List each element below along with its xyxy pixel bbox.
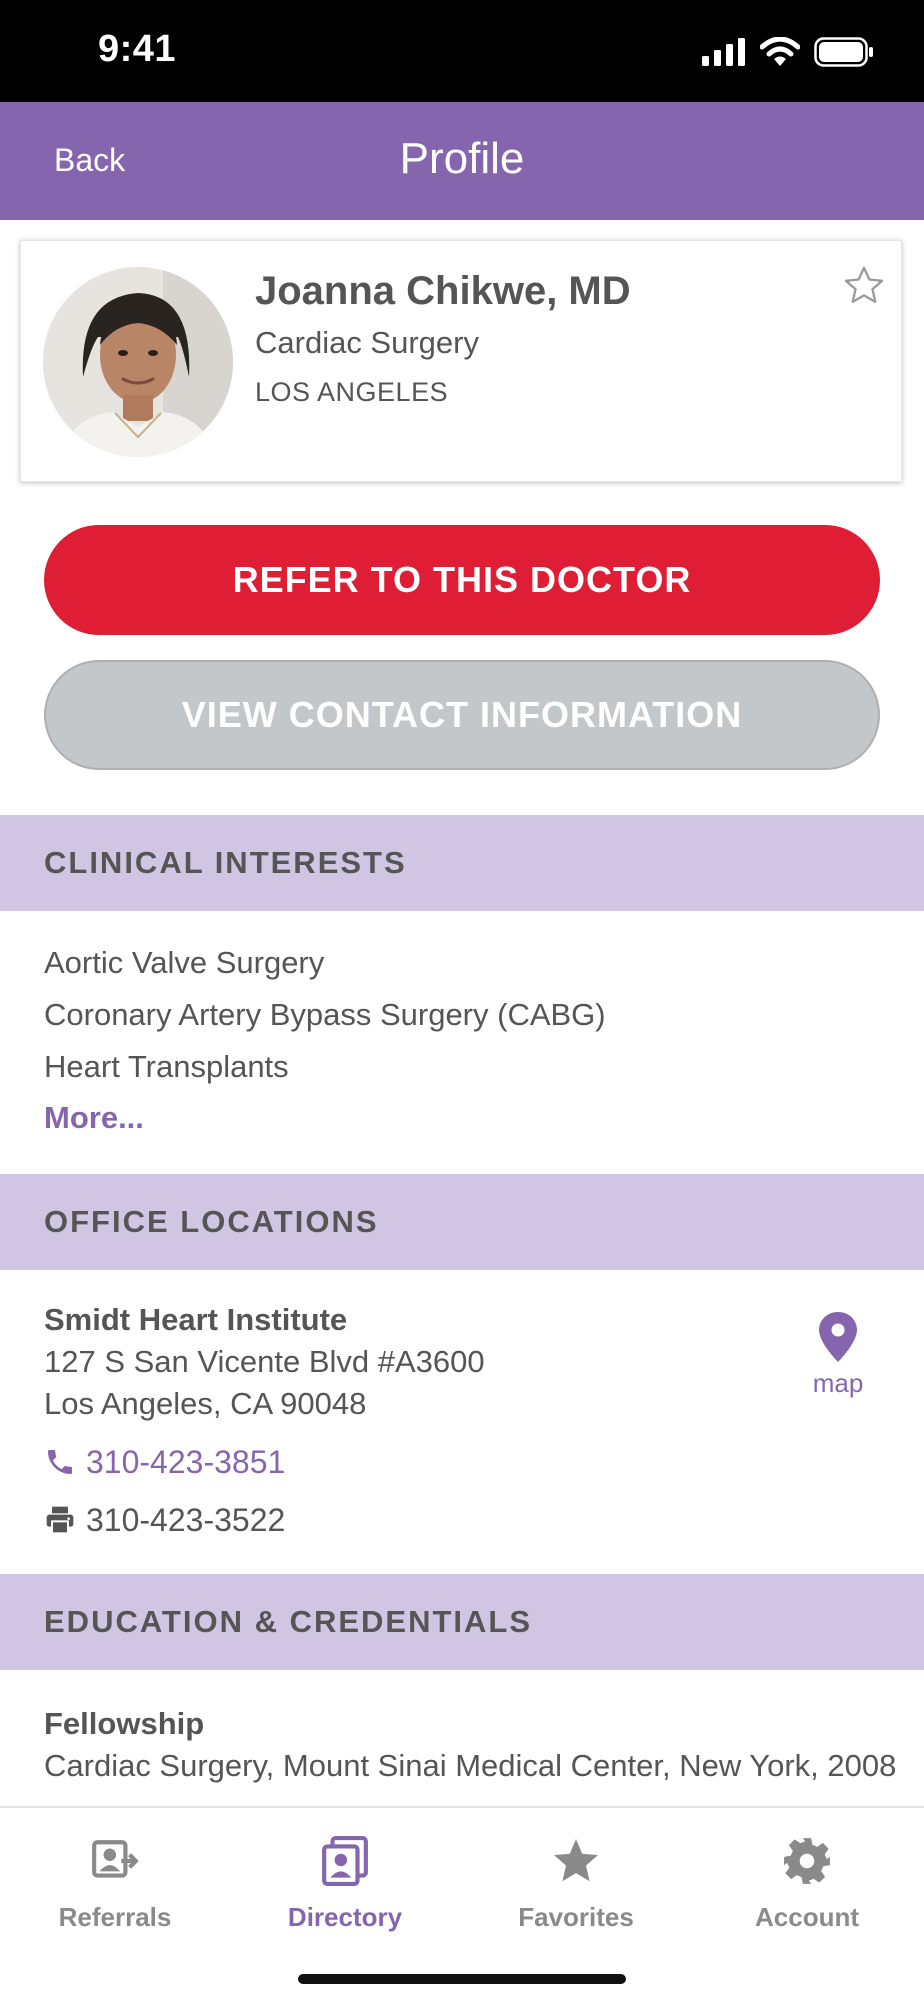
map-pin-icon bbox=[819, 1312, 857, 1362]
fax-printer-icon bbox=[46, 1506, 74, 1535]
office-locations-header: OFFICE LOCATIONS bbox=[0, 1174, 924, 1270]
clinical-interests-header: CLINICAL INTERESTS bbox=[0, 815, 924, 911]
tab-directory[interactable]: Directory bbox=[255, 1828, 435, 1932]
more-interests-link[interactable]: More... bbox=[44, 1100, 144, 1136]
status-icons bbox=[702, 36, 874, 68]
doctor-specialty: Cardiac Surgery bbox=[255, 325, 479, 360]
clinical-interests-title: CLINICAL INTERESTS bbox=[44, 845, 407, 880]
wifi-icon bbox=[760, 37, 800, 66]
favorite-star-icon[interactable] bbox=[841, 263, 887, 309]
star-icon bbox=[554, 1839, 598, 1882]
phone-number: 310-423-3851 bbox=[86, 1443, 286, 1480]
view-contact-button[interactable]: VIEW CONTACT INFORMATION bbox=[44, 660, 880, 770]
signal-icon bbox=[702, 38, 745, 66]
phone-icon bbox=[48, 1450, 72, 1474]
list-item: Heart Transplants bbox=[44, 1049, 289, 1084]
profile-card: Joanna Chikwe, MD Cardiac Surgery LOS AN… bbox=[20, 240, 902, 482]
page-title: Profile bbox=[399, 134, 525, 183]
tab-label: Favorites bbox=[518, 1902, 634, 1932]
education-type: Fellowship bbox=[44, 1706, 205, 1741]
fax-row: 310-423-3522 bbox=[44, 1500, 285, 1540]
status-bar: 9:41 bbox=[0, 0, 924, 102]
home-indicator bbox=[298, 1974, 626, 1984]
doctor-city: LOS ANGELES bbox=[255, 377, 449, 407]
list-item: Aortic Valve Surgery bbox=[44, 945, 325, 980]
tab-account[interactable]: Account bbox=[717, 1828, 897, 1932]
phone-link[interactable]: 310-423-3851 bbox=[44, 1442, 285, 1482]
tab-label: Directory bbox=[287, 1902, 403, 1932]
refer-button[interactable]: REFER TO THIS DOCTOR bbox=[44, 525, 880, 635]
status-time: 9:41 bbox=[98, 28, 177, 70]
map-button[interactable]: map bbox=[800, 1310, 876, 1400]
address-line-2: Los Angeles, CA 90048 bbox=[44, 1386, 367, 1421]
education-header: EDUCATION & CREDENTIALS bbox=[0, 1574, 924, 1670]
gear-icon bbox=[784, 1838, 830, 1884]
doctor-name: Joanna Chikwe, MD bbox=[255, 269, 631, 313]
referrals-icon bbox=[92, 1840, 139, 1878]
tab-bar: Referrals Directory Favorites Account bbox=[0, 1806, 924, 2002]
list-item: Coronary Artery Bypass Surgery (CABG) bbox=[44, 997, 606, 1032]
tab-favorites[interactable]: Favorites bbox=[486, 1828, 666, 1932]
fax-number: 310-423-3522 bbox=[86, 1501, 286, 1538]
tab-referrals[interactable]: Referrals bbox=[25, 1828, 205, 1932]
education-detail: Cardiac Surgery, Mount Sinai Medical Cen… bbox=[44, 1748, 897, 1783]
navigation-bar: Back Profile bbox=[0, 102, 924, 220]
office-locations-title: OFFICE LOCATIONS bbox=[44, 1204, 379, 1239]
address-line-1: 127 S San Vicente Blvd #A3600 bbox=[44, 1344, 485, 1379]
battery-icon bbox=[814, 37, 873, 67]
education-title: EDUCATION & CREDENTIALS bbox=[44, 1604, 533, 1639]
directory-icon bbox=[322, 1836, 368, 1886]
tab-label: Referrals bbox=[58, 1902, 172, 1932]
map-label: map bbox=[812, 1368, 864, 1398]
location-name: Smidt Heart Institute bbox=[44, 1302, 348, 1337]
doctor-avatar bbox=[43, 267, 233, 457]
tab-label: Account bbox=[755, 1902, 859, 1932]
